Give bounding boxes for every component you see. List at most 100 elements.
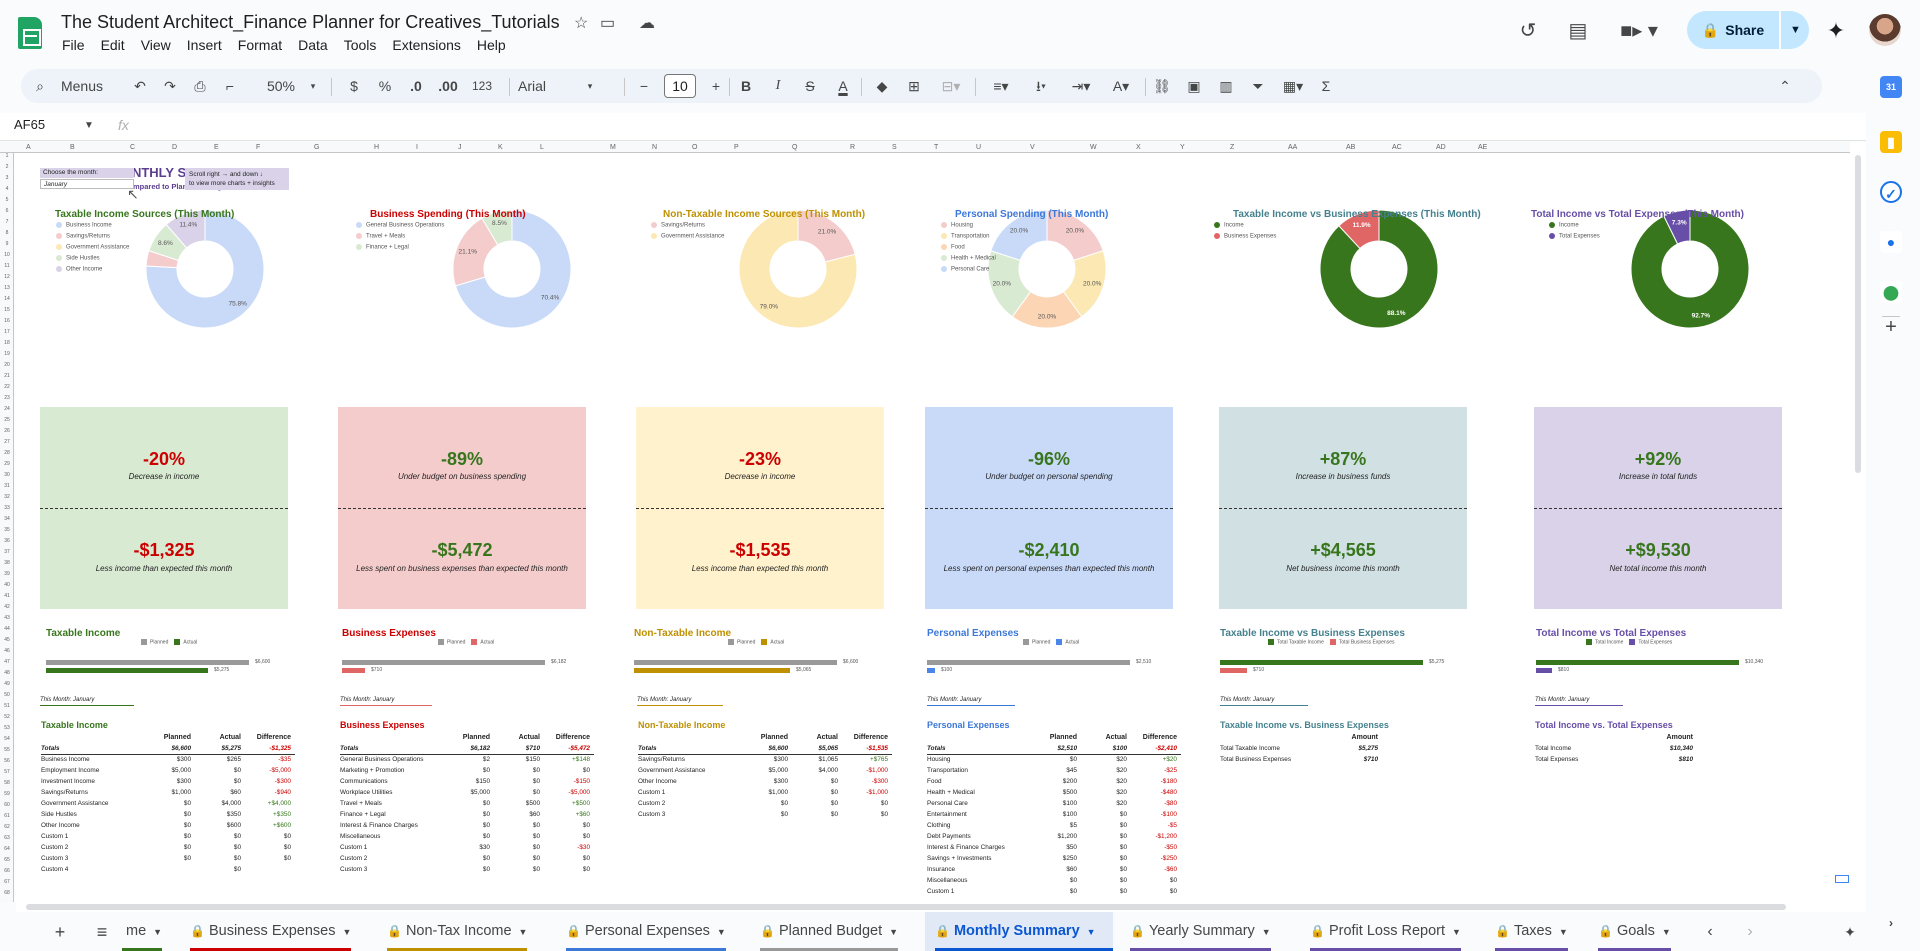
row-number[interactable]: 39 <box>0 571 14 577</box>
table-cell[interactable]: $0 <box>245 831 295 842</box>
table-cell[interactable]: $265 <box>195 754 245 765</box>
table-cell[interactable]: $0 <box>494 820 544 831</box>
table-cell[interactable]: $10,340 <box>1645 743 1697 754</box>
table-cell[interactable]: Custom 1 <box>927 886 1031 897</box>
table-cell[interactable]: $0 <box>1081 809 1131 820</box>
table-cell[interactable]: $0 <box>444 853 494 864</box>
text-rotation-icon[interactable]: A▾ <box>1105 69 1137 103</box>
row-number[interactable]: 56 <box>0 758 14 764</box>
table-cell[interactable]: $300 <box>145 776 195 787</box>
row-number[interactable]: 51 <box>0 703 14 709</box>
table-cell[interactable]: -$1,000 <box>842 765 892 776</box>
gemini-icon[interactable]: ✦ <box>1823 18 1849 44</box>
fill-color-icon[interactable]: ◆ <box>873 69 891 103</box>
table-cell[interactable]: -$60 <box>1131 864 1181 875</box>
sheet-tab[interactable]: 🔒 Taxes ▼ <box>1485 912 1568 951</box>
table-cell[interactable]: $0 <box>245 842 295 853</box>
table-cell[interactable]: Side Hustles <box>41 809 145 820</box>
font-size-input[interactable]: 10 <box>664 74 696 98</box>
table-cell[interactable]: Business Income <box>41 754 145 765</box>
table-cell[interactable]: $30 <box>444 842 494 853</box>
table-cell[interactable]: Miscellaneous <box>340 831 444 842</box>
row-number[interactable]: 67 <box>0 879 14 885</box>
cloud-saved-icon[interactable]: ☁ <box>639 13 655 33</box>
table-cell[interactable]: Savings + Investments <box>927 853 1031 864</box>
currency-button[interactable]: $ <box>346 69 362 103</box>
menu-insert[interactable]: Insert <box>179 37 230 53</box>
table-cell[interactable]: $0 <box>742 798 792 809</box>
table-cell[interactable]: $45 <box>1031 765 1081 776</box>
table-cell[interactable]: Totals <box>41 743 145 755</box>
tab-dropdown-icon[interactable]: ▼ <box>1662 927 1671 937</box>
table-cell[interactable]: -$100 <box>1131 809 1181 820</box>
row-number[interactable]: 61 <box>0 813 14 819</box>
table-cell[interactable]: $0 <box>494 765 544 776</box>
tasks-icon[interactable]: ✓ <box>1880 181 1902 203</box>
table-cell[interactable]: $50 <box>1031 842 1081 853</box>
table-cell[interactable]: Marketing + Promotion <box>340 765 444 776</box>
vertical-scroll-thumb[interactable] <box>1855 155 1861 473</box>
search-icon[interactable]: ⌕ <box>33 69 47 103</box>
table-cell[interactable]: -$180 <box>1131 776 1181 787</box>
get-add-ons-icon[interactable]: + <box>1880 316 1902 338</box>
row-number[interactable]: 59 <box>0 791 14 797</box>
functions-icon[interactable]: Σ <box>1317 69 1335 103</box>
row-number[interactable]: 42 <box>0 604 14 610</box>
row-number[interactable]: 64 <box>0 846 14 852</box>
zoom-chevron-icon[interactable]: ▾ <box>307 69 319 103</box>
font-select[interactable]: Arial <box>518 69 568 103</box>
table-cell[interactable]: $0 <box>842 809 892 820</box>
row-number[interactable]: 47 <box>0 659 14 665</box>
table-cell[interactable]: -$1,535 <box>842 743 892 755</box>
table-cell[interactable]: $4,000 <box>195 798 245 809</box>
comments-icon[interactable]: ▤ <box>1565 18 1591 44</box>
tab-dropdown-icon[interactable]: ▼ <box>1087 927 1096 937</box>
table-cell[interactable]: $0 <box>792 809 842 820</box>
table-cell[interactable]: $0 <box>1081 875 1131 886</box>
table-cell[interactable]: Custom 4 <box>41 864 145 875</box>
table-cell[interactable]: Interest & Finance Charges <box>340 820 444 831</box>
table-cell[interactable]: $2,510 <box>1031 743 1081 755</box>
borders-icon[interactable]: ⊞ <box>905 69 923 103</box>
table-cell[interactable]: -$300 <box>245 776 295 787</box>
table-cell[interactable]: Totals <box>340 743 444 755</box>
table-cell[interactable]: $0 <box>494 787 544 798</box>
table-cell[interactable]: $350 <box>195 809 245 820</box>
table-cell[interactable]: $5,000 <box>145 765 195 776</box>
table-cell[interactable]: -$2,410 <box>1131 743 1181 755</box>
align-icon[interactable]: ≡▾ <box>985 69 1017 103</box>
redo-icon[interactable]: ↷ <box>161 69 179 103</box>
table-cell[interactable]: +$20 <box>1131 754 1181 765</box>
font-chevron-icon[interactable]: ▾ <box>584 69 596 103</box>
table-cell[interactable]: $5,275 <box>1330 743 1382 754</box>
paint-format-icon[interactable]: ⌐ <box>221 69 239 103</box>
sheet-tab[interactable]: 🔒 Planned Budget ▼ <box>750 912 899 951</box>
row-number[interactable]: 46 <box>0 648 14 654</box>
row-number[interactable]: 38 <box>0 560 14 566</box>
tab-dropdown-icon[interactable]: ▼ <box>717 927 726 937</box>
explore-sparkle-icon[interactable]: ✦ <box>1836 918 1864 946</box>
table-cell[interactable]: $500 <box>494 798 544 809</box>
sheet-tab[interactable]: 🔒 Profit Loss Report ▼ <box>1300 912 1461 951</box>
menu-view[interactable]: View <box>133 37 179 53</box>
menu-file[interactable]: File <box>54 37 93 53</box>
keep-icon[interactable]: ▮ <box>1880 131 1902 153</box>
table-cell[interactable]: $4,000 <box>792 765 842 776</box>
table-cell[interactable]: $20 <box>1081 754 1131 765</box>
table-cell[interactable]: -$25 <box>1131 765 1181 776</box>
sheet-tab[interactable]: 🔒 Monthly Summary ▼ <box>925 912 1113 951</box>
calendar-icon[interactable]: 31 <box>1880 76 1902 98</box>
row-number[interactable]: 65 <box>0 857 14 863</box>
table-cell[interactable]: $0 <box>444 831 494 842</box>
table-cell[interactable]: -$35 <box>245 754 295 765</box>
menu-tools[interactable]: Tools <box>336 37 385 53</box>
row-number[interactable]: 57 <box>0 769 14 775</box>
table-cell[interactable]: $0 <box>195 765 245 776</box>
table-cell[interactable]: $100 <box>1081 743 1131 755</box>
increase-font-icon[interactable]: + <box>709 69 723 103</box>
table-cell[interactable]: $0 <box>444 820 494 831</box>
sheet-tab[interactable]: 🔒 Goals ▼ <box>1588 912 1671 951</box>
table-cell[interactable]: $0 <box>195 831 245 842</box>
table-cell[interactable]: +$600 <box>245 820 295 831</box>
collapse-toolbar-icon[interactable]: ⌃ <box>1776 69 1794 103</box>
